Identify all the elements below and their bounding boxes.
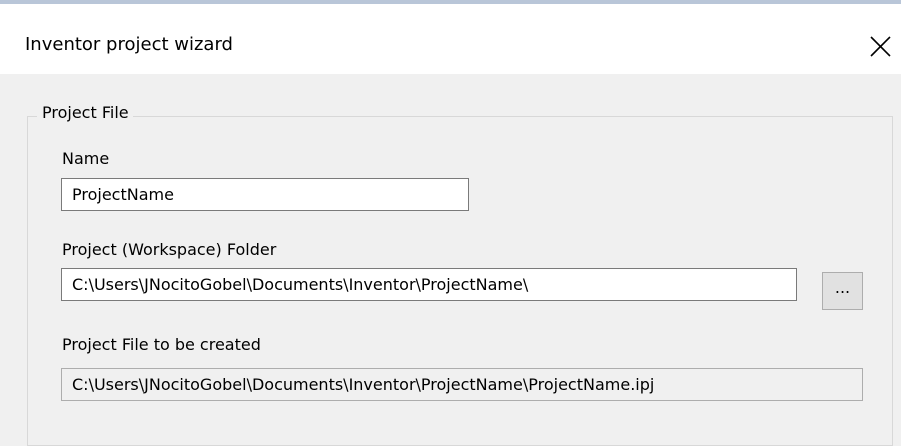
name-label: Name	[62, 149, 110, 168]
close-button[interactable]	[861, 26, 901, 66]
close-icon	[870, 36, 891, 57]
workspace-folder-input[interactable]: C:\Users\JNocitoGobel\Documents\Inventor…	[61, 268, 797, 301]
window-title: Inventor project wizard	[25, 34, 233, 55]
workspace-folder-label: Project (Workspace) Folder	[62, 240, 277, 259]
project-file-to-create-field: C:\Users\JNocitoGobel\Documents\Inventor…	[61, 368, 863, 401]
browse-folder-button[interactable]: ...	[822, 272, 863, 310]
project-file-to-create-label: Project File to be created	[62, 335, 261, 354]
name-input[interactable]: ProjectName	[61, 178, 469, 211]
title-bar[interactable]: Inventor project wizard	[0, 4, 901, 74]
project-wizard-dialog: Inventor project wizard Project File Nam…	[0, 0, 901, 446]
project-file-legend: Project File	[37, 103, 133, 123]
